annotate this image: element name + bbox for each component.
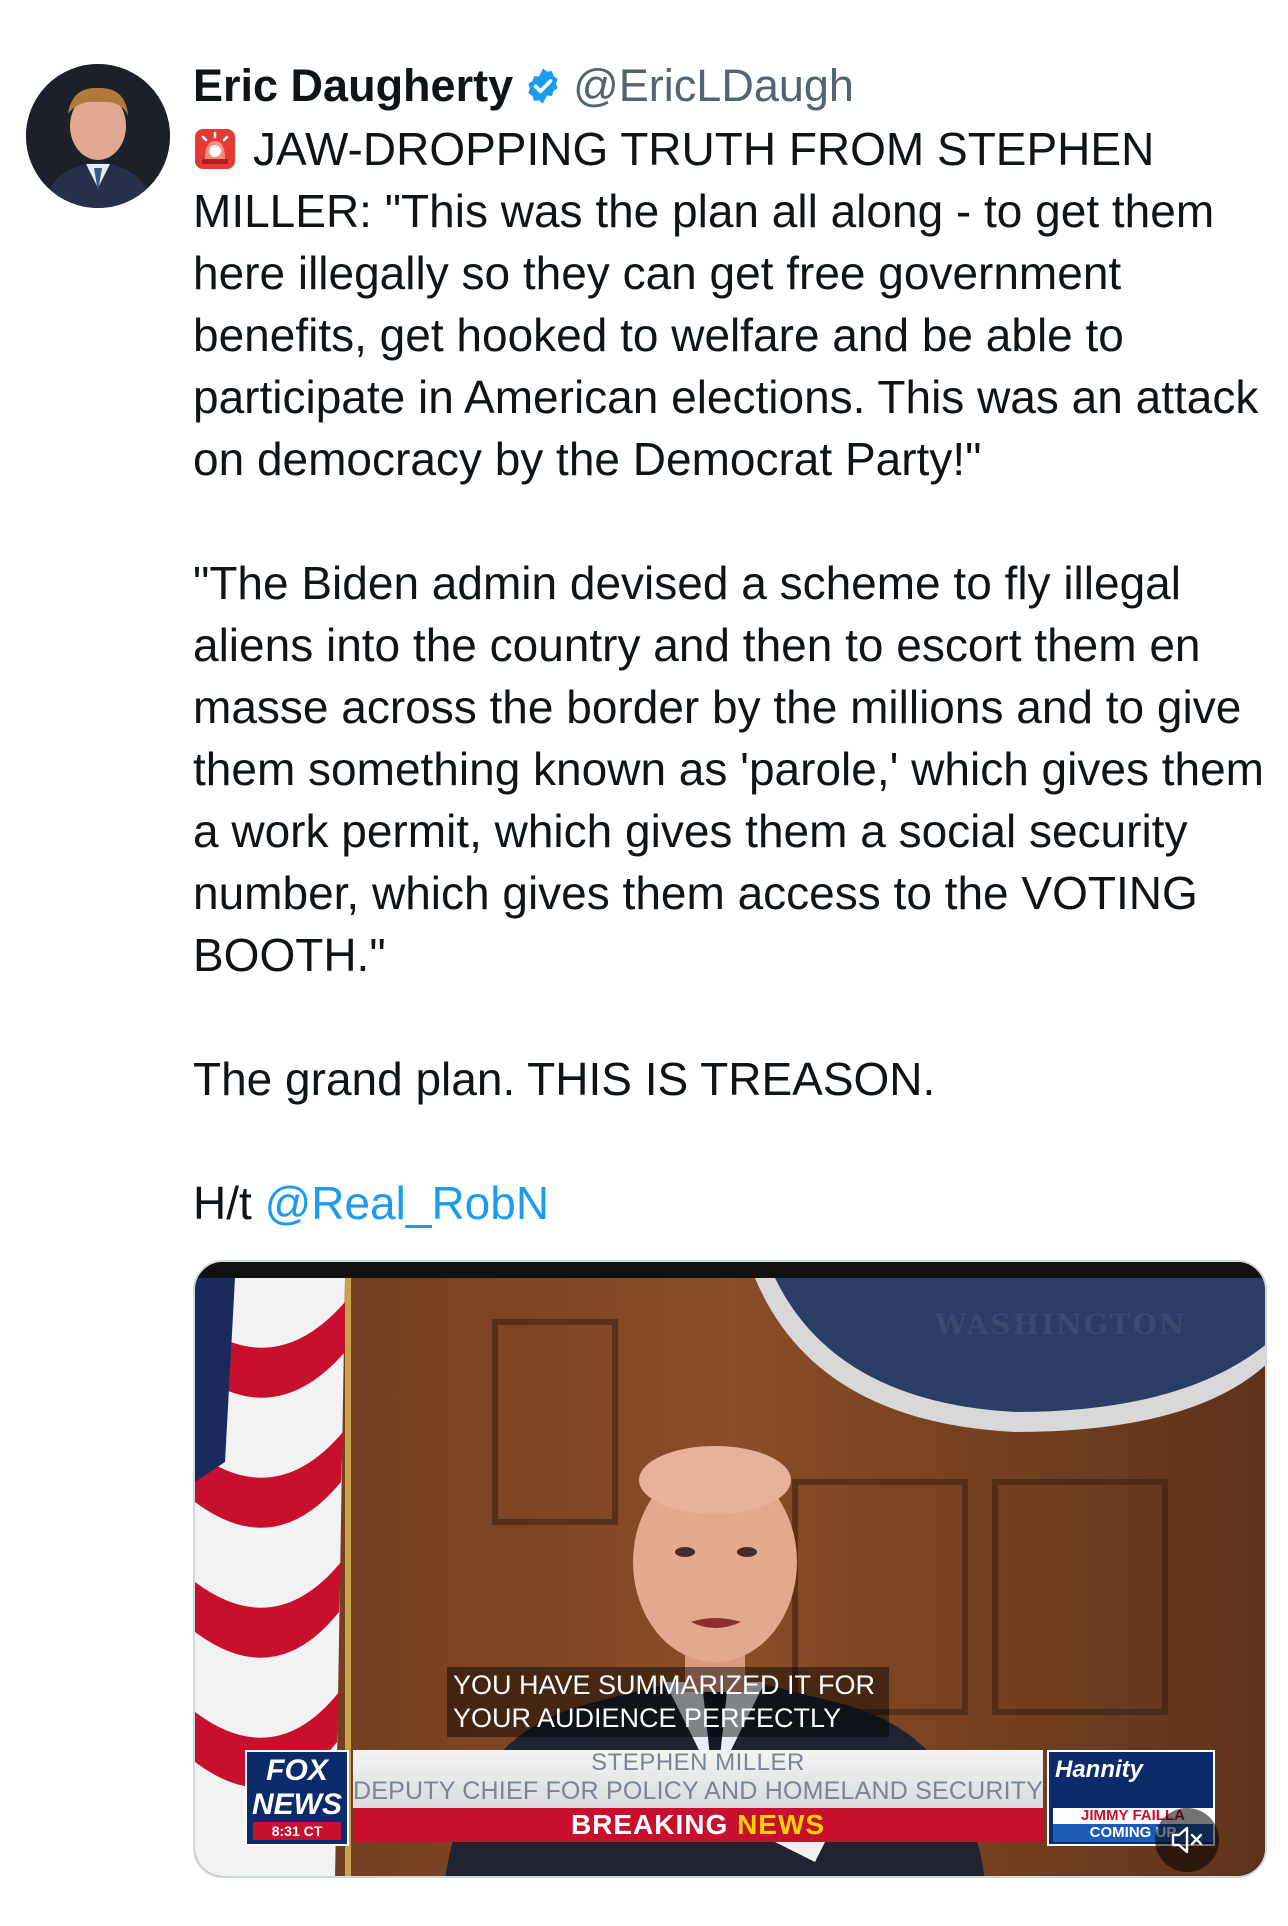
tweet-text: JAW-DROPPING TRUTH FROM STEPHEN MILLER: … (193, 118, 1273, 1234)
tweet-paragraph-2: "The Biden admin devised a scheme to fly… (193, 557, 1264, 981)
tweet[interactable]: Eric Daugherty @EricLDaugh JAW-DROPPING … (0, 0, 1288, 1926)
author-handle[interactable]: @EricLDaugh (573, 58, 854, 114)
podium-seal-text: WASHINGTON (935, 1308, 1187, 1341)
mention-link[interactable]: @Real_RobN (265, 1177, 550, 1229)
hat-tip-line: H/t @Real_RobN (193, 1172, 1273, 1234)
video-player[interactable]: WASHINGTON YOU HAVE SUMMARIZED IT FOR YO… (193, 1260, 1267, 1878)
breaking-news-bar: BREAKING NEWS (353, 1808, 1043, 1842)
network-top-word: FOX (266, 1754, 328, 1787)
network-bottom-word: NEWS (252, 1788, 342, 1821)
speaker-muted-icon (1171, 1826, 1203, 1854)
author-name[interactable]: Eric Daugherty (193, 58, 513, 114)
verified-badge-icon (528, 68, 558, 104)
tweet-paragraph-3: The grand plan. THIS IS TREASON. (193, 1053, 936, 1105)
avatar-portrait (26, 64, 170, 208)
tweet-header: Eric Daugherty @EricLDaugh (193, 58, 854, 114)
promo-show-name: Hannity (1055, 1756, 1144, 1783)
rotating-light-icon (195, 129, 235, 169)
news-chyron: STEPHEN MILLER DEPUTY CHIEF FOR POLICY A… (353, 1749, 1163, 1842)
video-caption: YOU HAVE SUMMARIZED IT FOR YOUR AUDIENCE… (447, 1667, 889, 1737)
broadcast-time: 8:31 CT (253, 1822, 341, 1840)
news-word: NEWS (737, 1809, 826, 1840)
hat-tip-prefix: H/t (193, 1177, 252, 1229)
paragraph-1-text: JAW-DROPPING TRUTH FROM STEPHEN MILLER: … (193, 123, 1259, 485)
chyron-title: DEPUTY CHIEF FOR POLICY AND HOMELAND SEC… (353, 1777, 1163, 1805)
author-avatar[interactable] (26, 64, 170, 208)
chyron-nameplate: STEPHEN MILLER DEPUTY CHIEF FOR POLICY A… (353, 1749, 1163, 1808)
mute-button[interactable] (1155, 1808, 1219, 1872)
chyron-name: STEPHEN MILLER (591, 1749, 805, 1776)
breaking-word: BREAKING (570, 1809, 729, 1840)
tweet-paragraph-1: JAW-DROPPING TRUTH FROM STEPHEN MILLER: … (193, 118, 1273, 490)
fox-news-logo: FOX NEWS 8:31 CT (245, 1750, 349, 1846)
